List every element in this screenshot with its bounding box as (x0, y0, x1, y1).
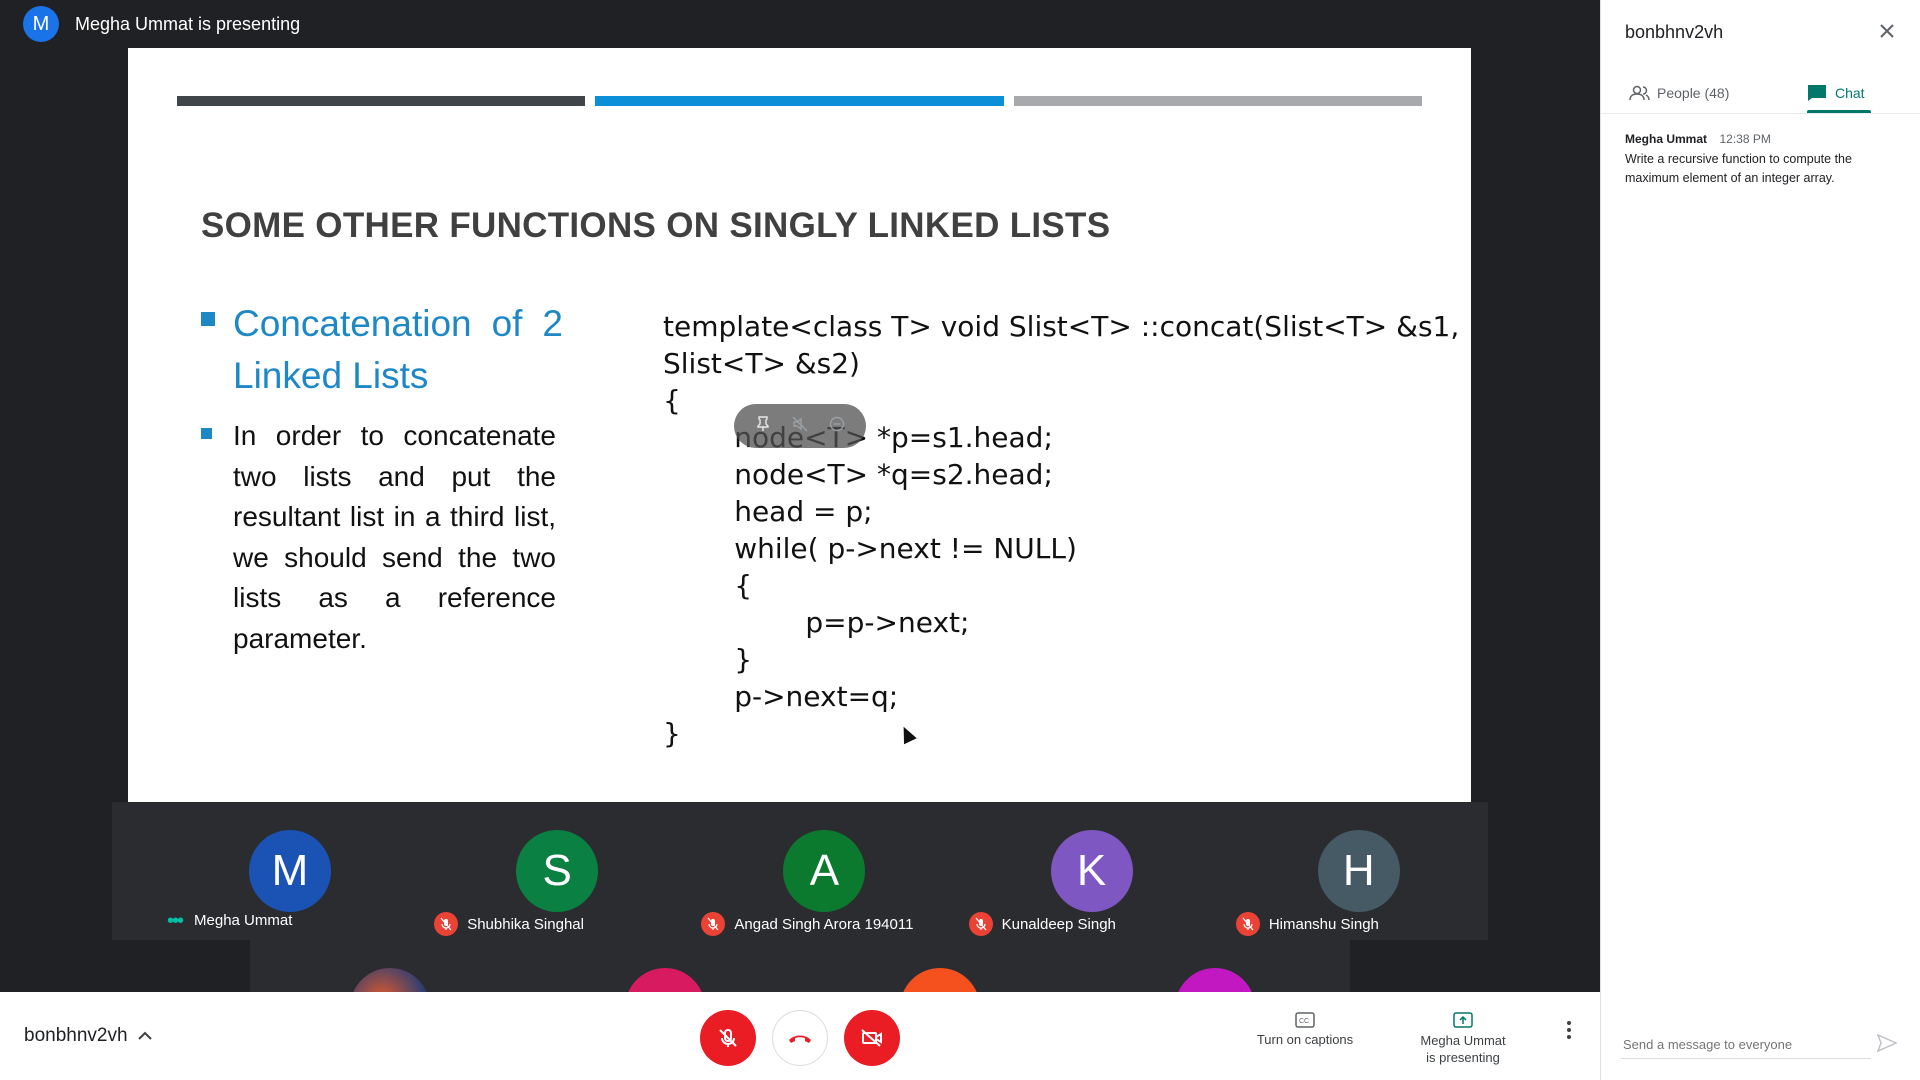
slide-bar-3 (1013, 96, 1422, 106)
panel-tabs: People (48) Chat (1601, 72, 1920, 114)
tab-people[interactable]: People (48) (1629, 72, 1729, 114)
slide-title: SOME OTHER FUNCTIONS ON SINGLY LINKED LI… (201, 206, 1111, 245)
captions-icon: CC (1295, 1012, 1315, 1028)
avatar: H (1317, 830, 1400, 912)
participant-tiles-row-2 (250, 940, 1350, 992)
mic-off-icon (1235, 912, 1260, 936)
mic-off-icon (719, 1029, 737, 1047)
svg-text:CC: CC (1299, 1018, 1309, 1025)
captions-label: Turn on captions (1256, 1032, 1354, 1047)
participant-name: Himanshu Singh (1268, 915, 1379, 933)
microphone-toggle-button[interactable] (700, 1010, 756, 1066)
slide-bullet-heading: Concatenation of 2 Linked Lists (201, 298, 571, 402)
chat-composer (1621, 1036, 1871, 1059)
participant-name-row: Himanshu Singh (1235, 912, 1379, 936)
avatar[interactable] (350, 968, 430, 992)
tile-overlay-controls (734, 404, 866, 448)
chat-message: Megha Ummat 12:38 PM Write a recursive f… (1625, 130, 1895, 188)
speaking-indicator-icon: ••• (167, 909, 184, 932)
participant-name: Angad Singh Arora 194011 (734, 915, 914, 933)
message-text: Write a recursive function to compute th… (1625, 152, 1852, 185)
meeting-stage: M Megha Ummat is presenting SOME OTHER F… (0, 0, 1600, 992)
people-icon (1629, 85, 1650, 101)
meeting-controls-bar: bonbhnv2vh CC Turn on captions Megha Umm… (0, 992, 1600, 1080)
bullet-heading-text: Concatenation of 2 Linked Lists (233, 303, 563, 396)
camera-off-icon (861, 1029, 882, 1047)
mic-off-icon (434, 912, 459, 936)
present-screen-icon (1453, 1012, 1473, 1028)
avatar[interactable] (900, 968, 980, 992)
leave-call-button[interactable] (772, 1010, 828, 1066)
bullet-square-icon (201, 428, 212, 439)
avatar: S (516, 830, 599, 912)
participant-name: Kunaldeep Singh (1001, 915, 1116, 933)
participant-name-row: ••• Megha Ummat (167, 909, 293, 932)
slide-bar-1 (177, 96, 586, 106)
chat-message-input[interactable] (1621, 1036, 1861, 1053)
pin-icon[interactable] (751, 415, 775, 437)
hang-up-icon (789, 1035, 811, 1043)
participant-tile[interactable]: M ••• Megha Ummat (152, 802, 419, 940)
bullet-square-icon (201, 312, 215, 326)
remove-icon[interactable] (825, 416, 849, 437)
presenting-label-status: is presenting (1426, 1050, 1500, 1065)
avatar: M (249, 830, 331, 912)
participant-name: Megha Ummat (194, 912, 293, 929)
mic-off-icon (701, 912, 726, 936)
more-options-icon[interactable] (1566, 1020, 1572, 1040)
slide-bar-2 (595, 96, 1004, 106)
meeting-details-button[interactable]: bonbhnv2vh (24, 1025, 128, 1047)
camera-toggle-button[interactable] (844, 1010, 900, 1066)
participant-tile[interactable]: K Kunaldeep Singh (954, 802, 1221, 940)
message-timestamp: 12:38 PM (1719, 132, 1771, 146)
side-panel: bonbhnv2vh People (48) Chat Megha Ummat … (1600, 0, 1920, 1080)
slide-header-bars (177, 96, 1422, 106)
participant-name-row: Angad Singh Arora 194011 (701, 912, 913, 936)
send-icon[interactable] (1876, 1033, 1898, 1057)
chat-icon (1808, 85, 1826, 101)
participant-tiles: M ••• Megha Ummat S Shubhika Singhal A A… (112, 802, 1488, 940)
bullet-body-text: In order to concatenate two lists and pu… (233, 420, 556, 654)
participant-tile[interactable]: H Himanshu Singh (1221, 802, 1488, 940)
participant-name: Shubhika Singhal (467, 915, 584, 933)
panel-title: bonbhnv2vh (1625, 22, 1724, 42)
avatar[interactable] (1175, 968, 1255, 992)
mute-icon[interactable] (788, 416, 812, 437)
avatar[interactable] (625, 968, 705, 992)
presentation-status-button[interactable]: Megha Ummat is presenting (1408, 1012, 1518, 1066)
participant-tile[interactable]: A Angad Singh Arora 194011 (686, 802, 953, 940)
presenting-label-name: Megha Ummat (1420, 1033, 1506, 1048)
slide-bullet-body: In order to concatenate two lists and pu… (201, 416, 571, 659)
chevron-up-icon[interactable] (138, 1028, 152, 1046)
presenter-text: Megha Ummat is presenting (75, 13, 301, 34)
captions-button[interactable]: CC Turn on captions (1250, 1012, 1360, 1047)
participant-name-row: Shubhika Singhal (434, 912, 584, 936)
close-icon[interactable] (1879, 18, 1895, 46)
code-block: template<class T> void Slist<T> ::concat… (663, 310, 1460, 750)
active-tab-indicator (1807, 110, 1871, 113)
participant-name-row: Kunaldeep Singh (968, 912, 1116, 936)
tab-people-label: People (48) (1657, 85, 1730, 101)
tab-chat[interactable]: Chat (1807, 72, 1865, 114)
participant-tile[interactable]: S Shubhika Singhal (419, 802, 686, 940)
avatar: M (23, 6, 59, 42)
avatar: K (1050, 830, 1133, 912)
presenter-banner: M Megha Ummat is presenting (0, 0, 1600, 48)
tab-chat-label: Chat (1835, 85, 1865, 101)
message-sender: Megha Ummat (1625, 132, 1708, 146)
mic-off-icon (968, 912, 993, 936)
avatar: A (783, 830, 866, 912)
